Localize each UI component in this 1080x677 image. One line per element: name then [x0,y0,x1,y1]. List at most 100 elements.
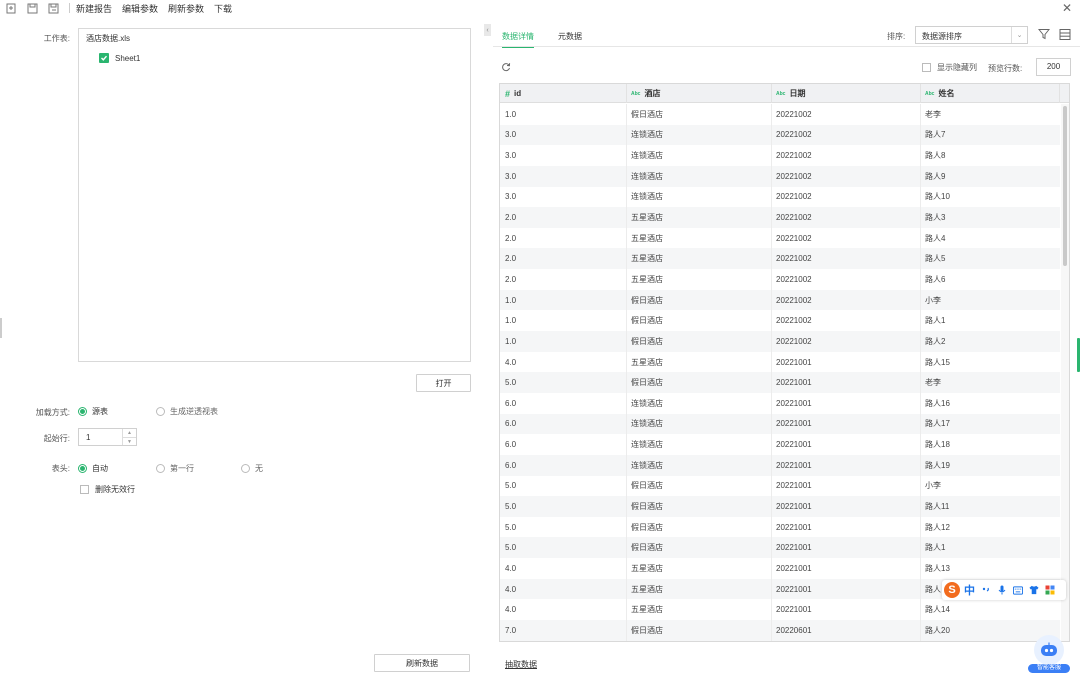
table-cell[interactable]: 路人1 [921,537,1060,558]
table-cell[interactable]: 路人2 [921,331,1060,352]
column-list-icon[interactable] [1059,29,1071,40]
table-row[interactable]: 2.0 五星酒店 20221002 路人4 [500,227,1060,249]
keyboard-icon[interactable] [1013,585,1023,595]
table-cell[interactable]: 连锁酒店 [627,392,772,414]
table-cell[interactable]: 连锁酒店 [627,145,772,166]
smart-assistant-button[interactable]: 智能客服 [1028,635,1070,677]
table-cell[interactable]: 五星酒店 [627,207,772,228]
table-cell[interactable]: 5.0 [500,516,627,538]
header-auto[interactable]: 自动 [78,463,108,474]
table-row[interactable]: 3.0 连锁酒店 20221002 路人8 [500,145,1060,166]
table-cell[interactable]: 20221002 [772,165,921,187]
radio-icon[interactable] [241,464,250,473]
table-cell[interactable]: 20221001 [772,516,921,538]
table-cell[interactable]: 4.0 [500,351,627,373]
left-edge-handle[interactable] [0,318,2,338]
table-cell[interactable]: 路人19 [921,455,1060,476]
scrollbar-thumb[interactable] [1063,106,1067,266]
checkbox-icon[interactable] [922,63,931,72]
toolbox-icon[interactable] [1045,585,1055,595]
table-cell[interactable]: 假日酒店 [627,537,772,559]
collapse-panel-icon[interactable]: ‹ [484,24,491,36]
table-row[interactable]: 4.0 五星酒店 20221001 路人15 [500,351,1060,373]
table-cell[interactable]: 2.0 [500,248,627,270]
table-row[interactable]: 6.0 连锁酒店 20221001 路人19 [500,454,1060,476]
table-row[interactable]: 5.0 假日酒店 20221001 路人1 [500,537,1060,559]
table-cell[interactable]: 假日酒店 [627,372,772,393]
start-row-stepper[interactable]: 1 ▲ ▼ [78,428,137,446]
table-cell[interactable]: 五星酒店 [627,578,772,600]
table-cell[interactable]: 20221001 [772,454,921,476]
header-none[interactable]: 无 [241,463,263,474]
checked-icon[interactable] [99,53,109,63]
sort-select[interactable]: 数据源排序 ⌄ [915,26,1028,44]
table-cell[interactable]: 假日酒店 [627,331,772,352]
table-cell[interactable]: 路人15 [921,352,1060,373]
delete-invalid-rows-checkbox[interactable]: 删除无效行 [80,484,135,495]
table-cell[interactable]: 路人1 [921,310,1060,331]
table-cell[interactable]: 连锁酒店 [627,165,772,187]
table-cell[interactable]: 20220601 [772,620,921,641]
table-cell[interactable]: 20221002 [772,289,921,311]
filter-icon[interactable] [1037,28,1051,40]
table-row[interactable]: 1.0 假日酒店 20221002 老李 [500,104,1060,125]
table-cell[interactable]: 假日酒店 [627,475,772,497]
radio-selected-icon[interactable] [78,407,87,416]
table-cell[interactable]: 老李 [921,104,1060,125]
vertical-scrollbar[interactable] [1061,104,1069,641]
refresh-data-button[interactable]: 刷新数据 [374,654,470,672]
new-report-menu[interactable]: 新建报告 [76,2,112,15]
table-cell[interactable]: 20221002 [772,331,921,352]
table-row[interactable]: 3.0 连锁酒店 20221002 路人10 [500,186,1060,208]
table-cell[interactable]: 3.0 [500,165,627,187]
checkbox-icon[interactable] [80,485,89,494]
table-cell[interactable]: 假日酒店 [627,310,772,332]
table-cell[interactable]: 2.0 [500,207,627,228]
table-row[interactable]: 1.0 假日酒店 20221002 路人1 [500,310,1060,332]
table-cell[interactable]: 1.0 [500,104,627,125]
table-cell[interactable]: 2.0 [500,269,627,290]
table-cell[interactable]: 路人17 [921,414,1060,435]
table-cell[interactable]: 20221001 [772,413,921,435]
microphone-icon[interactable] [997,585,1007,595]
table-cell[interactable]: 五星酒店 [627,599,772,621]
table-cell[interactable]: 20221001 [772,537,921,559]
table-cell[interactable]: 五星酒店 [627,351,772,373]
table-row[interactable]: 5.0 假日酒店 20221001 路人11 [500,496,1060,517]
table-cell[interactable]: 假日酒店 [627,496,772,517]
table-cell[interactable]: 小李 [921,290,1060,311]
table-row[interactable]: 2.0 五星酒店 20221002 路人5 [500,248,1060,270]
table-cell[interactable]: 1.0 [500,310,627,332]
save-as-icon[interactable] [47,2,59,14]
table-cell[interactable]: 20221001 [772,475,921,497]
save-icon[interactable] [26,2,38,14]
table-row[interactable]: 5.0 假日酒店 20221001 小李 [500,475,1060,497]
table-cell[interactable]: 20221002 [772,124,921,146]
table-row[interactable]: 2.0 五星酒店 20221002 路人3 [500,207,1060,228]
table-row[interactable]: 7.0 假日酒店 20220601 路人20 [500,620,1060,641]
refresh-params-menu[interactable]: 刷新参数 [168,2,204,15]
table-row[interactable]: 5.0 假日酒店 20221001 路人12 [500,516,1060,538]
tab-metadata[interactable]: 元数据 [558,28,582,48]
table-cell[interactable]: 路人6 [921,269,1060,290]
punctuation-icon[interactable] [981,585,991,595]
radio-icon[interactable] [156,407,165,416]
table-cell[interactable]: 20221001 [772,558,921,579]
table-cell[interactable]: 路人16 [921,393,1060,414]
table-cell[interactable]: 路人14 [921,599,1060,620]
table-row[interactable]: 4.0 五星酒店 20221001 路人13 [500,558,1060,579]
table-cell[interactable]: 5.0 [500,496,627,517]
table-row[interactable]: 6.0 连锁酒店 20221001 路人17 [500,413,1060,435]
table-row[interactable]: 2.0 五星酒店 20221002 路人6 [500,269,1060,290]
table-cell[interactable]: 老李 [921,372,1060,393]
close-icon[interactable]: ✕ [1062,1,1072,15]
table-cell[interactable]: 小李 [921,476,1060,497]
chevron-down-icon[interactable]: ⌄ [1011,27,1027,43]
table-cell[interactable]: 5.0 [500,475,627,497]
table-cell[interactable]: 1.0 [500,289,627,311]
table-cell[interactable]: 假日酒店 [627,104,772,125]
sheet-item[interactable]: Sheet1 [99,53,140,63]
table-cell[interactable]: 假日酒店 [627,289,772,311]
table-cell[interactable]: 6.0 [500,413,627,435]
table-cell[interactable]: 假日酒店 [627,620,772,641]
